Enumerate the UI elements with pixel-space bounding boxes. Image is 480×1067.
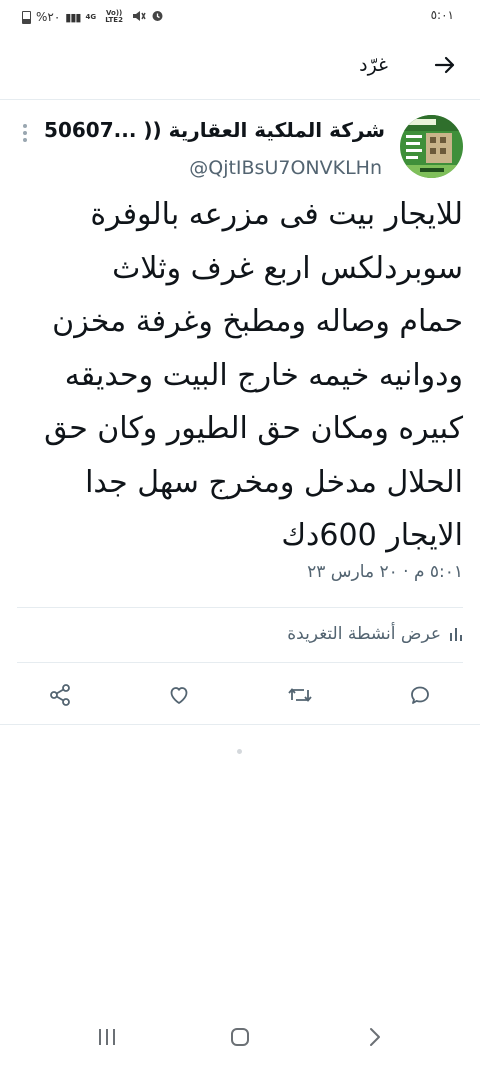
status-bar: %٢٠ ▮▮▮ 4G Vo)) LTE2 ٥:٠١ — [0, 0, 480, 34]
more-vertical-icon — [23, 124, 27, 128]
avatar[interactable] — [400, 115, 463, 178]
arrow-right-icon — [434, 56, 455, 74]
reply-icon — [411, 686, 429, 704]
author-name[interactable]: شركة الملكية العقارية (( ...50607 — [44, 118, 385, 142]
retweet-icon — [288, 688, 312, 702]
tweet-activity-label: عرض أنشطة التغريدة — [287, 624, 441, 644]
status-time: ٥:٠١ — [430, 8, 454, 22]
page-title: غرّد — [359, 54, 388, 76]
status-icons: %٢٠ ▮▮▮ 4G Vo)) LTE2 — [22, 8, 164, 26]
tweet-text: للايجار بيت فى مزرعه بالوفرة سوبردلكس ار… — [44, 197, 463, 553]
home-button[interactable] — [225, 1025, 255, 1049]
retweet-button[interactable] — [285, 680, 315, 710]
battery-icon — [22, 10, 31, 24]
share-button[interactable] — [45, 680, 75, 710]
home-icon — [231, 1028, 249, 1046]
loading-indicator — [237, 749, 242, 754]
top-app-bar: غرّد — [0, 34, 480, 100]
tweet-actions — [0, 680, 480, 710]
share-icon — [50, 684, 70, 706]
divider — [17, 662, 463, 663]
like-button[interactable] — [164, 680, 194, 710]
author-handle[interactable]: @QjtIBsU7ONVKLHn — [189, 157, 382, 179]
more-vertical-icon-dot — [23, 138, 27, 142]
volte-indicator: Vo)) LTE2 — [105, 9, 123, 24]
tweet-timestamp[interactable]: ٥:٠١ م · ٢٠ مارس ٢٣ — [307, 562, 463, 582]
mute-icon — [132, 10, 146, 25]
alarm-icon — [151, 9, 164, 25]
network-type: 4G — [85, 12, 97, 21]
signal-icon: ▮▮▮ — [65, 10, 81, 24]
heart-icon — [170, 687, 188, 704]
battery-percent: %٢٠ — [36, 10, 61, 24]
more-options-button[interactable] — [18, 122, 32, 144]
divider — [0, 724, 480, 725]
system-nav-bar — [0, 1007, 480, 1067]
analytics-icon — [450, 628, 462, 641]
back-nav-button[interactable] — [360, 1025, 390, 1049]
back-button[interactable] — [430, 50, 460, 80]
reply-button[interactable] — [405, 680, 435, 710]
chevron-right-icon — [370, 1028, 380, 1046]
recent-apps-button[interactable] — [92, 1025, 122, 1049]
recent-apps-icon — [99, 1029, 115, 1045]
divider — [17, 607, 463, 608]
more-vertical-icon-dot — [23, 131, 27, 135]
tweet-activity-link[interactable]: عرض أنشطة التغريدة — [287, 620, 463, 648]
